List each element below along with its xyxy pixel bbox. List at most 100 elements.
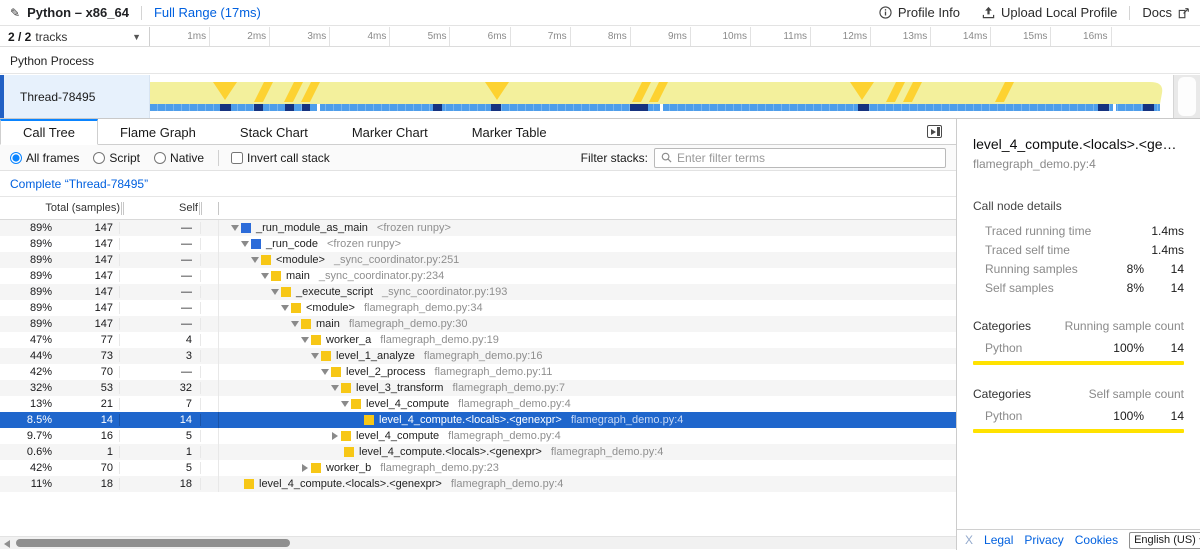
tree-cell: worker_bflamegraph_demo.py:23 (219, 460, 956, 476)
function-file: flamegraph_demo.py:34 (364, 302, 483, 314)
ruler-tick: 3ms (270, 27, 330, 46)
horizontal-scrollbar-thumb[interactable] (16, 539, 290, 547)
process-track-header[interactable]: Python Process (0, 48, 1200, 74)
tab-flame-graph[interactable]: Flame Graph (98, 119, 218, 144)
call-tree-row[interactable]: 89%147—<module>flamegraph_demo.py:34 (0, 300, 956, 316)
call-tree-row[interactable]: 47%774worker_aflamegraph_demo.py:19 (0, 332, 956, 348)
expand-arrow-icon[interactable] (229, 225, 241, 231)
call-tree-row[interactable]: 89%147—mainflamegraph_demo.py:30 (0, 316, 956, 332)
collapse-arrow-icon[interactable] (299, 464, 311, 472)
filter-search-input[interactable] (677, 151, 939, 165)
total-samples-cell: 147 (52, 318, 120, 330)
expand-arrow-icon[interactable] (329, 385, 341, 391)
gap-cell (201, 364, 219, 380)
thread-activity-graph[interactable] (150, 81, 1172, 113)
expand-arrow-icon[interactable] (289, 321, 301, 327)
horizontal-scrollbar[interactable] (0, 536, 956, 549)
call-tree-row[interactable]: 0.6%11level_4_compute.<locals>.<genexpr>… (0, 444, 956, 460)
category-section-header: CategoriesSelf sample count (973, 387, 1184, 401)
call-tree-row[interactable]: 32%5332level_3_transformflamegraph_demo.… (0, 380, 956, 396)
docs-link[interactable]: Docs (1142, 5, 1190, 20)
expand-arrow-icon[interactable] (299, 337, 311, 343)
footer-link-cookies[interactable]: Cookies (1075, 533, 1118, 547)
firefox-profiler-window: ✎ Python – x86_64 Full Range (17ms) Prof… (0, 0, 1200, 550)
edit-profile-name-icon[interactable]: ✎ (10, 6, 20, 20)
call-tree-row[interactable]: 9.7%165level_4_computeflamegraph_demo.py… (0, 428, 956, 444)
invert-checkbox[interactable] (231, 152, 243, 164)
tab-stack-chart[interactable]: Stack Chart (218, 119, 330, 144)
gap-cell (201, 428, 219, 444)
total-percent-cell: 13% (0, 398, 52, 410)
expand-arrow-icon[interactable] (259, 273, 271, 279)
radio-script[interactable]: Script (93, 151, 140, 165)
invert-call-stack-checkbox[interactable]: Invert call stack (231, 151, 330, 165)
categories-label: Categories (973, 319, 1031, 333)
script-radio[interactable] (93, 152, 105, 164)
scroll-left-arrow-icon[interactable] (4, 540, 10, 548)
upload-profile-button[interactable]: Upload Local Profile (982, 5, 1117, 20)
self-samples-cell: — (120, 270, 201, 282)
self-samples-cell: 4 (120, 334, 201, 346)
call-tree-row[interactable]: 89%147—_run_code<frozen runpy> (0, 236, 956, 252)
call-tree-row[interactable]: 42%705worker_bflamegraph_demo.py:23 (0, 460, 956, 476)
tab-marker-table[interactable]: Marker Table (450, 119, 569, 144)
expand-arrow-icon[interactable] (249, 257, 261, 263)
expand-arrow-icon[interactable] (309, 353, 321, 359)
call-tree-row[interactable]: 13%217level_4_computeflamegraph_demo.py:… (0, 396, 956, 412)
total-percent-cell: 42% (0, 366, 52, 378)
timeline-vertical-scrollbar-thumb[interactable] (1178, 77, 1196, 116)
tab-call-tree[interactable]: Call Tree (0, 119, 98, 145)
timeline-vertical-scrollbar[interactable] (1173, 75, 1200, 118)
filter-search-box[interactable] (654, 148, 946, 168)
detail-label: Running samples (985, 262, 1100, 276)
call-tree-row[interactable]: 89%147—<module>_sync_coordinator.py:251 (0, 252, 956, 268)
category-color-icon (271, 271, 281, 281)
column-resize-handle[interactable] (121, 202, 124, 215)
expand-arrow-icon[interactable] (319, 369, 331, 375)
sidebar-toggle-icon[interactable] (927, 125, 942, 138)
radio-all-frames[interactable]: All frames (10, 151, 79, 165)
call-tree-row[interactable]: 89%147—_execute_script_sync_coordinator.… (0, 284, 956, 300)
tree-cell: <module>flamegraph_demo.py:34 (219, 300, 956, 316)
ruler-tick: 4ms (330, 27, 390, 46)
native-radio[interactable] (154, 152, 166, 164)
collapse-arrow-icon[interactable] (329, 432, 341, 440)
call-tree-row[interactable]: 89%147—_run_module_as_main<frozen runpy> (0, 220, 956, 236)
detail-percent: 8% (1100, 281, 1144, 295)
profile-info-button[interactable]: Profile Info (879, 5, 960, 20)
footer-link-privacy[interactable]: Privacy (1024, 533, 1063, 547)
column-resize-handle[interactable] (199, 202, 202, 215)
breadcrumb[interactable]: Complete “Thread-78495” (10, 177, 148, 191)
column-self[interactable]: Self (125, 202, 198, 214)
expand-arrow-icon[interactable] (269, 289, 281, 295)
footer-link-x[interactable]: X (965, 533, 973, 547)
ruler-tick: 15ms (991, 27, 1051, 46)
expand-arrow-icon[interactable] (279, 305, 291, 311)
tree-cell: level_4_computeflamegraph_demo.py:4 (219, 396, 956, 412)
total-percent-cell: 44% (0, 350, 52, 362)
tracks-dropdown[interactable]: 2 / 2 tracks ▼ (0, 27, 150, 46)
call-tree-header: Total (samples) Self (0, 197, 956, 220)
call-tree-row[interactable]: 11%1818level_4_compute.<locals>.<genexpr… (0, 476, 956, 492)
tab-marker-chart[interactable]: Marker Chart (330, 119, 450, 144)
footer-link-legal[interactable]: Legal (984, 533, 1013, 547)
all-frames-radio[interactable] (10, 152, 22, 164)
radio-native[interactable]: Native (154, 151, 204, 165)
full-range-link[interactable]: Full Range (17ms) (154, 5, 261, 20)
call-tree-row[interactable]: 44%733level_1_analyzeflamegraph_demo.py:… (0, 348, 956, 364)
language-select[interactable]: English (US) (1129, 532, 1200, 549)
expand-arrow-icon[interactable] (239, 241, 251, 247)
self-samples-cell: 5 (120, 462, 201, 474)
thread-track-label[interactable]: Thread-78495 (0, 75, 150, 118)
call-tree-row[interactable]: 89%147—main_sync_coordinator.py:234 (0, 268, 956, 284)
self-samples-cell: — (120, 238, 201, 250)
expand-arrow-icon[interactable] (339, 401, 351, 407)
profile-title: Python – x86_64 (27, 5, 129, 20)
category-color-icon (291, 303, 301, 313)
function-file: flamegraph_demo.py:23 (380, 462, 499, 474)
call-tree-row[interactable]: 8.5%1414level_4_compute.<locals>.<genexp… (0, 412, 956, 428)
function-file: <frozen runpy> (377, 222, 451, 234)
column-total-samples[interactable]: Total (samples) (0, 202, 120, 214)
total-percent-cell: 11% (0, 478, 52, 490)
call-tree-row[interactable]: 42%70—level_2_processflamegraph_demo.py:… (0, 364, 956, 380)
